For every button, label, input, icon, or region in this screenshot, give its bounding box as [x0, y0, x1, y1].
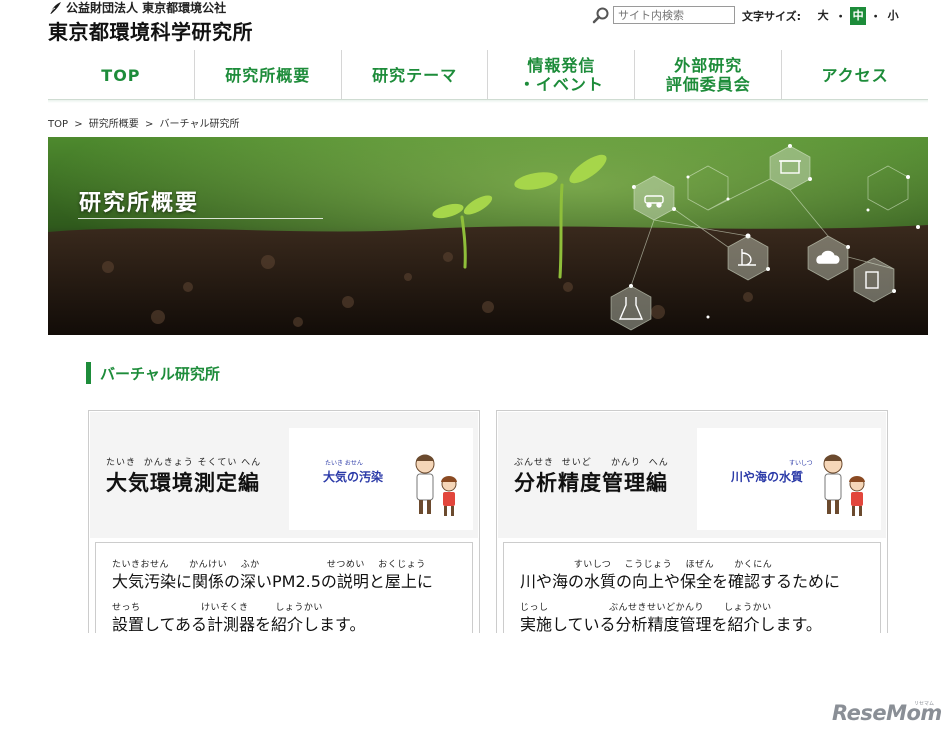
desc-text: 大気汚染に関係の深いPM2.5の説明と屋上に: [112, 572, 433, 591]
nav-item-evaluation-committee[interactable]: 外部研究 評価委員会: [634, 50, 781, 100]
separator-dot: ・: [835, 10, 847, 23]
global-nav: TOP 研究所概要 研究テーマ 情報発信 ・イベント 外部研究 評価委員会 アク…: [48, 50, 928, 100]
site-logo[interactable]: 公益財団法人 東京都環境公社 東京都環境科学研究所: [48, 0, 253, 45]
font-size-medium-button[interactable]: 中: [850, 7, 867, 25]
scientist-illustration-icon: [823, 454, 865, 516]
font-size-large-button[interactable]: 大: [815, 7, 831, 25]
section-heading-bar: [86, 362, 91, 384]
thumb-ruby: たいき おせん: [325, 460, 363, 467]
font-size-switcher: 文字サイズ: 大 ・ 中 ・ 小: [742, 7, 901, 25]
banner-title-underline: [78, 218, 323, 219]
nav-item-top[interactable]: TOP: [48, 50, 194, 100]
card-thumbnail: すいしつ 川や海の水質: [697, 428, 881, 530]
breadcrumb-about-link[interactable]: 研究所概要: [89, 119, 139, 130]
org-name: 東京都環境科学研究所: [48, 20, 253, 44]
separator-dot: ・: [870, 10, 882, 23]
breadcrumb-current: バーチャル研究所: [159, 119, 240, 130]
nav-item-access[interactable]: アクセス: [781, 50, 928, 100]
card-title: 大気環境測定編: [106, 471, 260, 495]
banner-title: 研究所概要: [79, 191, 200, 216]
desc-ruby: じっし ぶんせきせいどかんり しょうかい: [520, 603, 772, 613]
site-search: [592, 6, 735, 24]
thumb-label: 川や海の水質: [731, 470, 804, 484]
search-input[interactable]: [613, 6, 735, 24]
card-thumbnail: たいき おせん 大気の汚染: [289, 428, 473, 530]
nav-item-about[interactable]: 研究所概要: [193, 50, 341, 100]
org-subtitle: 公益財団法人 東京都環境公社: [66, 1, 227, 15]
card-title: 分析精度管理編: [514, 471, 668, 495]
hero-banner: 研究所概要: [48, 137, 928, 335]
desc-text: 実施している分析精度管理を紹介します。: [520, 615, 822, 634]
card-air-environment[interactable]: たいき かんきょう そくてい へん 大気環境測定編 たいき おせん 大気の汚染: [88, 410, 480, 642]
desc-text: 設置してある計測器を紹介します。: [112, 615, 366, 634]
desc-ruby: たいきおせん かんけい ふか せつめい おくじょう: [112, 560, 426, 570]
card-header: たいき かんきょう そくてい へん 大気環境測定編 たいき おせん 大気の汚染: [90, 412, 478, 538]
breadcrumb-separator: >: [144, 119, 154, 130]
desc-text: 川や海の水質の向上や保全を確認するために: [520, 572, 841, 591]
leaf-logo-icon: [49, 1, 61, 14]
card-analysis-quality[interactable]: ぶんせき せいど かんり へん 分析精度管理編 すいしつ 川や海の水質 すいしつ…: [496, 410, 888, 642]
breadcrumb-top-link[interactable]: TOP: [48, 119, 68, 130]
nav-item-info-events[interactable]: 情報発信 ・イベント: [487, 50, 634, 100]
card-header: ぶんせき せいど かんり へん 分析精度管理編 すいしつ 川や海の水質: [498, 412, 886, 538]
page-crop-mask: [0, 633, 944, 736]
breadcrumb: TOP > 研究所概要 > バーチャル研究所: [48, 115, 239, 130]
card-title-ruby: たいき かんきょう そくてい へん: [106, 458, 262, 468]
breadcrumb-separator: >: [74, 119, 83, 130]
thumb-ruby: すいしつ: [789, 460, 813, 467]
banner-image: [48, 137, 928, 335]
section-heading: バーチャル研究所: [86, 362, 220, 384]
font-size-small-button[interactable]: 小: [885, 7, 901, 25]
scientist-illustration-icon: [415, 454, 457, 516]
card-description: たいきおせん かんけい ふか せつめい おくじょう 大気汚染に関係の深いPM2.…: [95, 542, 473, 641]
thumb-label: 大気の汚染: [323, 470, 384, 484]
font-size-label: 文字サイズ:: [742, 10, 802, 23]
resemom-watermark: ReseMom: [832, 701, 942, 725]
card-description: すいしつ こうじょう ほぜん かくにん 川や海の水質の向上や保全を確認するために…: [503, 542, 881, 641]
card-title-ruby: ぶんせき せいど かんり へん: [514, 458, 669, 468]
search-icon[interactable]: [592, 6, 610, 24]
section-title: バーチャル研究所: [100, 364, 220, 383]
nav-item-research-themes[interactable]: 研究テーマ: [340, 50, 488, 100]
desc-ruby: せっち けいそくき しょうかい: [112, 603, 323, 613]
nav-divider: [48, 99, 928, 100]
desc-ruby: すいしつ こうじょう ほぜん かくにん: [520, 560, 773, 570]
